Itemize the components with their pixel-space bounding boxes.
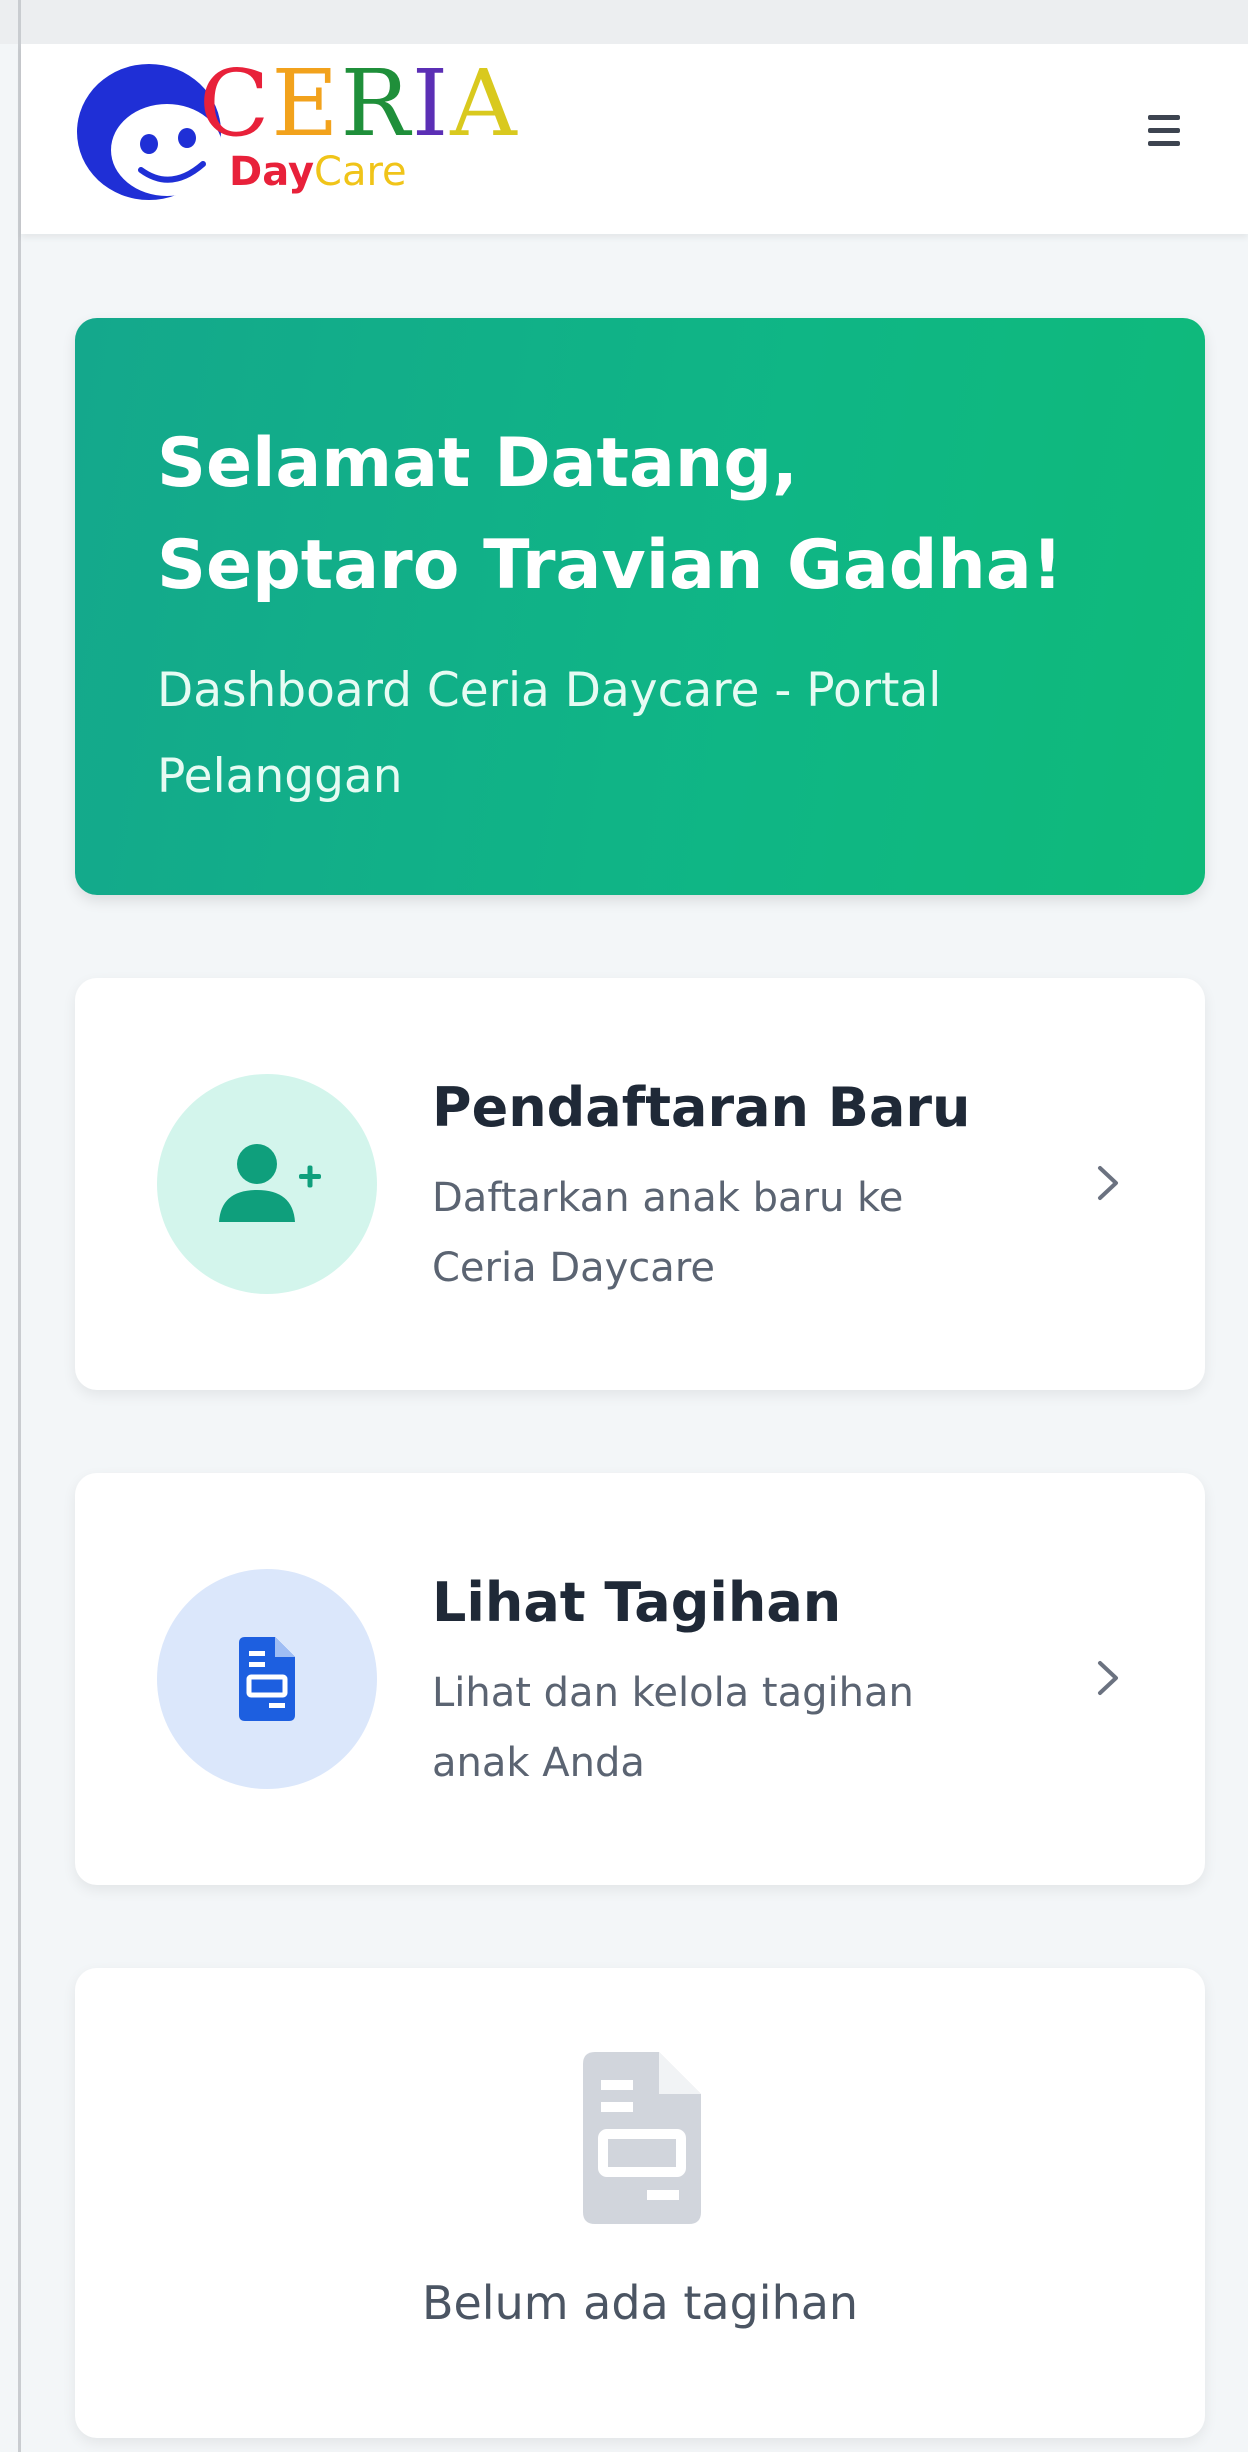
logo-subtext: DayCare xyxy=(229,148,407,196)
invoice-icon xyxy=(583,2052,701,2224)
left-border xyxy=(18,0,21,2452)
ceria-daycare-logo[interactable]: CERIA DayCare xyxy=(71,52,571,232)
hamburger-menu-icon-middle xyxy=(1148,128,1180,133)
chevron-right-icon xyxy=(1098,1661,1118,1695)
new-registration-description: Daftarkan anak baru ke Ceria Daycare xyxy=(432,1175,904,1291)
welcome-greeting: Selamat Datang, xyxy=(157,424,798,503)
logo-sub-day: Day xyxy=(229,149,315,195)
chevron-right-icon xyxy=(1098,1166,1118,1200)
hamburger-menu-icon xyxy=(1148,115,1180,120)
new-registration-icon-badge xyxy=(157,1074,377,1294)
view-invoices-card[interactable]: Lihat Tagihan Lihat dan kelola tagihan a… xyxy=(75,1473,1205,1885)
logo-letter-r: R xyxy=(340,50,412,157)
welcome-title: Selamat Datang, Septaro Travian Gadha! xyxy=(157,413,1177,617)
invoice-icon xyxy=(239,1637,295,1721)
view-invoices-description: Lihat dan kelola tagihan anak Anda xyxy=(432,1670,914,1786)
browser-top-strip xyxy=(0,0,1248,44)
welcome-subtitle: Dashboard Ceria Daycare - Portal Pelangg… xyxy=(157,663,942,804)
logo-letter-a: A xyxy=(450,50,519,157)
empty-invoices-message: Belum ada tagihan xyxy=(421,2276,859,2330)
user-plus-icon xyxy=(219,1144,321,1222)
empty-invoices-card: Belum ada tagihan xyxy=(75,1968,1205,2438)
hamburger-menu-button[interactable] xyxy=(1124,90,1204,170)
hamburger-menu-icon-bottom xyxy=(1148,141,1180,146)
welcome-banner: Selamat Datang, Septaro Travian Gadha! D… xyxy=(75,318,1205,895)
logo-sub-care: Care xyxy=(314,149,407,195)
welcome-user-name: Septaro Travian Gadha! xyxy=(157,526,1063,605)
view-invoices-title: Lihat Tagihan xyxy=(432,1571,842,1634)
navbar: CERIA DayCare xyxy=(21,44,1248,234)
logo-letter-e: E xyxy=(271,50,341,157)
new-registration-title: Pendaftaran Baru xyxy=(432,1076,971,1139)
logo-brand-text: CERIA xyxy=(199,54,519,154)
logo-letter-i: I xyxy=(411,50,451,157)
view-invoices-icon-badge xyxy=(157,1569,377,1789)
logo-letter-c: C xyxy=(199,50,272,157)
new-registration-card[interactable]: Pendaftaran Baru Daftarkan anak baru ke … xyxy=(75,978,1205,1390)
